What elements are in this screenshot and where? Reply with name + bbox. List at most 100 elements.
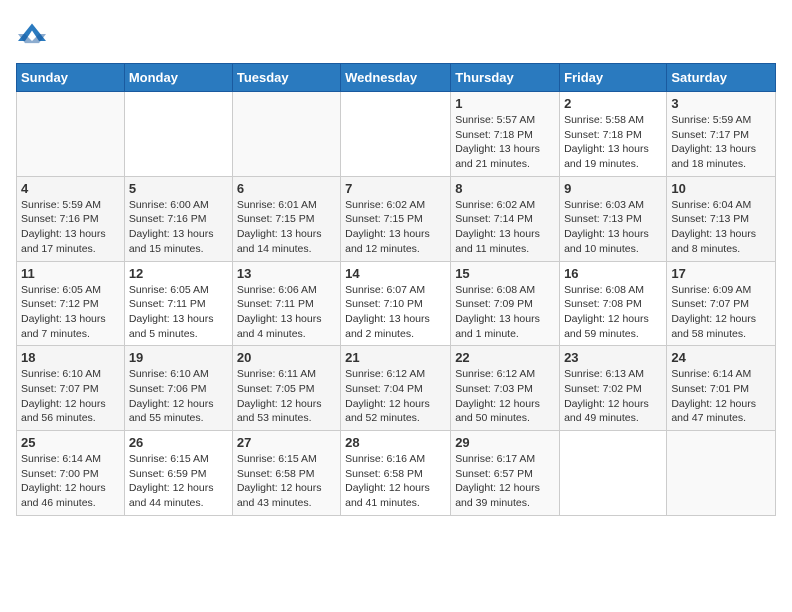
logo-icon [18, 20, 46, 48]
day-cell: 21 Sunrise: 6:12 AM Sunset: 7:04 PM Dayli… [341, 346, 451, 431]
day-cell: 5 Sunrise: 6:00 AM Sunset: 7:16 PM Daylig… [124, 176, 232, 261]
day-number: 4 [21, 181, 120, 196]
day-cell: 18Sunrise: 6:10 AM Sunset: 7:07 PM Dayli… [17, 346, 125, 431]
day-cell: 19Sunrise: 6:10 AM Sunset: 7:06 PM Dayli… [124, 346, 232, 431]
day-info: Sunrise: 6:16 AM Sunset: 6:58 PM Dayligh… [345, 452, 446, 511]
day-cell: 28Sunrise: 6:16 AM Sunset: 6:58 PM Dayli… [341, 431, 451, 516]
day-cell: 1 Sunrise: 5:57 AM Sunset: 7:18 PM Daylig… [451, 92, 560, 177]
day-cell: 25 Sunrise: 6:14 AM Sunset: 7:00 PM Dayli… [17, 431, 125, 516]
day-cell: 8 Sunrise: 6:02 AM Sunset: 7:14 PM Daylig… [451, 176, 560, 261]
day-info: Sunrise: 6:02 AM Sunset: 7:14 PM Dayligh… [455, 198, 555, 257]
week-row-3: 11 Sunrise: 6:05 AM Sunset: 7:12 PM Dayli… [17, 261, 776, 346]
day-info: Sunrise: 6:14 AM Sunset: 7:00 PM Dayligh… [21, 452, 120, 511]
week-row-2: 4 Sunrise: 5:59 AM Sunset: 7:16 PM Daylig… [17, 176, 776, 261]
day-cell: 14 Sunrise: 6:07 AM Sunset: 7:10 PM Dayli… [341, 261, 451, 346]
day-number: 3 [671, 96, 771, 111]
day-number: 14 [345, 266, 446, 281]
day-number: 27 [237, 435, 336, 450]
day-info: Sunrise: 6:13 AM Sunset: 7:02 PM Dayligh… [564, 367, 662, 426]
day-number: 22 [455, 350, 555, 365]
day-number: 8 [455, 181, 555, 196]
day-number: 21 [345, 350, 446, 365]
day-cell: 20 Sunrise: 6:11 AM Sunset: 7:05 PM Dayli… [232, 346, 340, 431]
day-number: 5 [129, 181, 228, 196]
logo [16, 20, 46, 53]
week-row-1: 1 Sunrise: 5:57 AM Sunset: 7:18 PM Daylig… [17, 92, 776, 177]
day-info: Sunrise: 6:14 AM Sunset: 7:01 PM Dayligh… [671, 367, 771, 426]
day-cell: 12 Sunrise: 6:05 AM Sunset: 7:11 PM Dayli… [124, 261, 232, 346]
day-info: Sunrise: 6:12 AM Sunset: 7:04 PM Dayligh… [345, 367, 446, 426]
day-info: Sunrise: 5:58 AM Sunset: 7:18 PM Dayligh… [564, 113, 662, 172]
col-header-friday: Friday [560, 64, 667, 92]
day-cell: 23Sunrise: 6:13 AM Sunset: 7:02 PM Dayli… [560, 346, 667, 431]
col-header-wednesday: Wednesday [341, 64, 451, 92]
day-info: Sunrise: 6:17 AM Sunset: 6:57 PM Dayligh… [455, 452, 555, 511]
day-cell: 29 Sunrise: 6:17 AM Sunset: 6:57 PM Dayli… [451, 431, 560, 516]
day-number: 2 [564, 96, 662, 111]
day-cell: 4 Sunrise: 5:59 AM Sunset: 7:16 PM Daylig… [17, 176, 125, 261]
day-info: Sunrise: 6:00 AM Sunset: 7:16 PM Dayligh… [129, 198, 228, 257]
day-info: Sunrise: 5:57 AM Sunset: 7:18 PM Dayligh… [455, 113, 555, 172]
col-header-saturday: Saturday [667, 64, 776, 92]
day-number: 12 [129, 266, 228, 281]
day-number: 6 [237, 181, 336, 196]
week-row-4: 18Sunrise: 6:10 AM Sunset: 7:07 PM Dayli… [17, 346, 776, 431]
day-cell: 6Sunrise: 6:01 AM Sunset: 7:15 PM Daylig… [232, 176, 340, 261]
day-info: Sunrise: 6:07 AM Sunset: 7:10 PM Dayligh… [345, 283, 446, 342]
day-info: Sunrise: 6:05 AM Sunset: 7:12 PM Dayligh… [21, 283, 120, 342]
day-cell: 2 Sunrise: 5:58 AM Sunset: 7:18 PM Daylig… [560, 92, 667, 177]
day-cell: 16 Sunrise: 6:08 AM Sunset: 7:08 PM Dayli… [560, 261, 667, 346]
day-number: 29 [455, 435, 555, 450]
day-cell: 22 Sunrise: 6:12 AM Sunset: 7:03 PM Dayli… [451, 346, 560, 431]
day-info: Sunrise: 6:06 AM Sunset: 7:11 PM Dayligh… [237, 283, 336, 342]
week-row-5: 25 Sunrise: 6:14 AM Sunset: 7:00 PM Dayli… [17, 431, 776, 516]
day-number: 16 [564, 266, 662, 281]
day-cell: 15 Sunrise: 6:08 AM Sunset: 7:09 PM Dayli… [451, 261, 560, 346]
day-info: Sunrise: 6:10 AM Sunset: 7:06 PM Dayligh… [129, 367, 228, 426]
day-info: Sunrise: 6:15 AM Sunset: 6:59 PM Dayligh… [129, 452, 228, 511]
day-number: 1 [455, 96, 555, 111]
day-info: Sunrise: 6:05 AM Sunset: 7:11 PM Dayligh… [129, 283, 228, 342]
calendar-header-row: SundayMondayTuesdayWednesdayThursdayFrid… [17, 64, 776, 92]
day-number: 18 [21, 350, 120, 365]
day-info: Sunrise: 6:11 AM Sunset: 7:05 PM Dayligh… [237, 367, 336, 426]
day-cell [341, 92, 451, 177]
day-cell [560, 431, 667, 516]
day-number: 26 [129, 435, 228, 450]
col-header-monday: Monday [124, 64, 232, 92]
day-cell: 13 Sunrise: 6:06 AM Sunset: 7:11 PM Dayli… [232, 261, 340, 346]
header [16, 16, 776, 53]
day-number: 11 [21, 266, 120, 281]
day-cell [667, 431, 776, 516]
day-cell: 27 Sunrise: 6:15 AM Sunset: 6:58 PM Dayli… [232, 431, 340, 516]
day-number: 24 [671, 350, 771, 365]
day-number: 13 [237, 266, 336, 281]
day-cell: 24 Sunrise: 6:14 AM Sunset: 7:01 PM Dayli… [667, 346, 776, 431]
day-info: Sunrise: 6:08 AM Sunset: 7:08 PM Dayligh… [564, 283, 662, 342]
day-cell: 11 Sunrise: 6:05 AM Sunset: 7:12 PM Dayli… [17, 261, 125, 346]
day-info: Sunrise: 6:02 AM Sunset: 7:15 PM Dayligh… [345, 198, 446, 257]
day-cell: 3 Sunrise: 5:59 AM Sunset: 7:17 PM Daylig… [667, 92, 776, 177]
day-number: 7 [345, 181, 446, 196]
day-cell [232, 92, 340, 177]
day-cell [17, 92, 125, 177]
day-cell: 7 Sunrise: 6:02 AM Sunset: 7:15 PM Daylig… [341, 176, 451, 261]
day-number: 20 [237, 350, 336, 365]
day-info: Sunrise: 5:59 AM Sunset: 7:17 PM Dayligh… [671, 113, 771, 172]
day-info: Sunrise: 5:59 AM Sunset: 7:16 PM Dayligh… [21, 198, 120, 257]
day-cell: 26 Sunrise: 6:15 AM Sunset: 6:59 PM Dayli… [124, 431, 232, 516]
col-header-tuesday: Tuesday [232, 64, 340, 92]
day-info: Sunrise: 6:15 AM Sunset: 6:58 PM Dayligh… [237, 452, 336, 511]
day-info: Sunrise: 6:03 AM Sunset: 7:13 PM Dayligh… [564, 198, 662, 257]
day-number: 17 [671, 266, 771, 281]
day-number: 10 [671, 181, 771, 196]
day-info: Sunrise: 6:08 AM Sunset: 7:09 PM Dayligh… [455, 283, 555, 342]
col-header-sunday: Sunday [17, 64, 125, 92]
col-header-thursday: Thursday [451, 64, 560, 92]
day-info: Sunrise: 6:12 AM Sunset: 7:03 PM Dayligh… [455, 367, 555, 426]
day-cell: 10 Sunrise: 6:04 AM Sunset: 7:13 PM Dayli… [667, 176, 776, 261]
day-number: 25 [21, 435, 120, 450]
day-cell: 17Sunrise: 6:09 AM Sunset: 7:07 PM Dayli… [667, 261, 776, 346]
day-info: Sunrise: 6:04 AM Sunset: 7:13 PM Dayligh… [671, 198, 771, 257]
day-number: 15 [455, 266, 555, 281]
